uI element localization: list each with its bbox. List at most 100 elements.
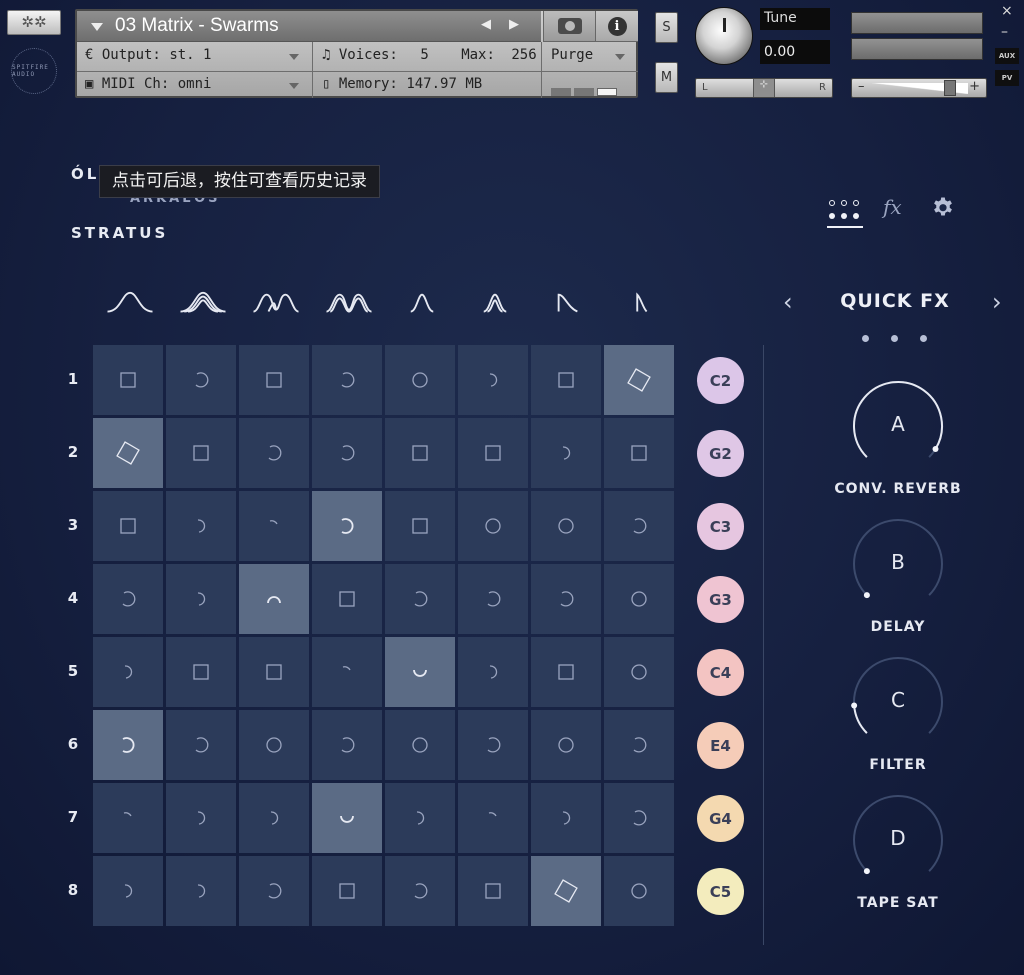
matrix-cell[interactable] [166,710,236,780]
matrix-cell[interactable] [531,856,601,926]
quick-fx-next-arrow-icon[interactable]: › [992,288,1002,316]
matrix-cell[interactable] [312,856,382,926]
matrix-cell[interactable] [312,710,382,780]
fx-knob-b[interactable]: B [850,516,946,612]
aux-button[interactable]: AUX [995,48,1019,64]
page-dot[interactable] [891,335,898,342]
note-badge[interactable]: C4 [697,649,744,696]
note-badge[interactable]: C5 [697,868,744,915]
matrix-cell[interactable] [239,710,309,780]
envelope-shape-double-bell-stacked-icon[interactable] [319,284,379,324]
prev-preset-arrow-icon[interactable]: ◀ [481,17,509,32]
matrix-cell[interactable] [531,710,601,780]
quick-fx-prev-arrow-icon[interactable]: ‹ [783,288,793,316]
note-badge[interactable]: E4 [697,722,744,769]
envelope-shape-spike-narrow-icon[interactable] [392,284,452,324]
note-badge[interactable]: G3 [697,576,744,623]
matrix-cell[interactable] [166,491,236,561]
matrix-cell[interactable] [166,418,236,488]
matrix-cell[interactable] [458,418,528,488]
midi-dropdown-icon[interactable] [289,83,299,89]
matrix-cell[interactable] [166,856,236,926]
volume-plus-icon[interactable]: + [969,79,980,94]
matrix-cell[interactable] [312,491,382,561]
matrix-cell[interactable] [239,856,309,926]
fx-view-icon[interactable]: fx [883,195,902,219]
matrix-cell[interactable] [385,637,455,707]
matrix-cell[interactable] [239,345,309,415]
note-badge[interactable]: G2 [697,430,744,477]
pan-slider[interactable]: L ⊹ R [695,78,833,98]
matrix-cell[interactable] [166,783,236,853]
matrix-cell[interactable] [531,418,601,488]
matrix-cell[interactable] [93,418,163,488]
spitfire-logo-button[interactable]: ✲✲ [7,10,61,35]
matrix-cell[interactable] [531,637,601,707]
pan-handle[interactable]: ⊹ [753,79,775,97]
tab-olafur[interactable]: ÓL [71,165,99,183]
matrix-cell[interactable] [458,783,528,853]
matrix-cell[interactable] [312,418,382,488]
matrix-cell[interactable] [458,491,528,561]
envelope-shape-bell-wide-icon[interactable] [100,284,160,324]
matrix-cell[interactable] [385,783,455,853]
snapshot-button[interactable] [543,11,595,42]
note-badge[interactable]: C2 [697,357,744,404]
matrix-cell[interactable] [385,710,455,780]
instrument-menu-arrow-icon[interactable] [91,23,103,31]
matrix-cell[interactable] [166,564,236,634]
note-badge[interactable]: C3 [697,503,744,550]
matrix-cell[interactable] [604,637,674,707]
mute-button[interactable]: M [655,62,678,93]
matrix-cell[interactable] [458,345,528,415]
matrix-cell[interactable] [239,637,309,707]
matrix-cell[interactable] [458,564,528,634]
matrix-cell[interactable] [604,418,674,488]
matrix-cell[interactable] [166,637,236,707]
envelope-shape-decay-sharp-icon[interactable] [611,284,671,324]
matrix-cell[interactable] [531,783,601,853]
envelope-shape-spike-stacked-icon[interactable] [465,284,525,324]
close-icon[interactable]: × [1001,3,1013,19]
note-badge[interactable]: G4 [697,795,744,842]
matrix-cell[interactable] [604,491,674,561]
matrix-cell[interactable] [93,491,163,561]
volume-slider[interactable]: – + [851,78,987,98]
matrix-cell[interactable] [385,418,455,488]
solo-button[interactable]: S [655,12,678,43]
matrix-cell[interactable] [531,345,601,415]
page-dot[interactable] [862,335,869,342]
matrix-cell[interactable] [312,564,382,634]
matrix-cell[interactable] [166,345,236,415]
matrix-cell[interactable] [93,710,163,780]
matrix-cell[interactable] [604,564,674,634]
grid-view-icon[interactable] [827,198,863,224]
matrix-cell[interactable] [93,856,163,926]
matrix-cell[interactable] [458,637,528,707]
page-dot[interactable] [920,335,927,342]
output-selector[interactable]: € Output: st. 1 [85,47,211,63]
matrix-cell[interactable] [312,345,382,415]
midi-channel-selector[interactable]: ▣ MIDI Ch: omni [85,76,211,92]
matrix-cell[interactable] [385,856,455,926]
matrix-cell[interactable] [239,783,309,853]
pv-button[interactable]: PV [995,70,1019,86]
envelope-shape-double-bell-icon[interactable] [246,284,306,324]
tab-stratus[interactable]: STRATUS [71,224,168,242]
matrix-cell[interactable] [93,783,163,853]
matrix-cell[interactable] [93,564,163,634]
volume-minus-icon[interactable]: – [858,79,865,94]
matrix-cell[interactable] [604,856,674,926]
matrix-cell[interactable] [239,491,309,561]
purge-dropdown-icon[interactable] [615,54,625,60]
matrix-cell[interactable] [604,345,674,415]
matrix-cell[interactable] [458,710,528,780]
fx-knob-c[interactable]: C [850,654,946,750]
fx-knob-a[interactable]: A [850,378,946,474]
gear-icon[interactable] [931,196,955,220]
matrix-cell[interactable] [385,564,455,634]
next-preset-arrow-icon[interactable]: ▶ [509,17,537,32]
info-button[interactable]: i [595,11,638,42]
matrix-cell[interactable] [604,710,674,780]
matrix-cell[interactable] [458,856,528,926]
